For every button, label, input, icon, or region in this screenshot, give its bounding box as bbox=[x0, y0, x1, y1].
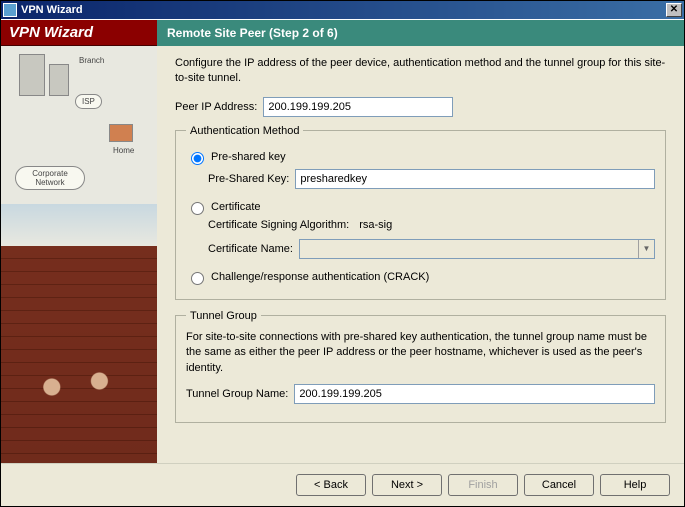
next-button[interactable]: Next > bbox=[372, 474, 442, 496]
window-title: VPN Wizard bbox=[21, 4, 83, 16]
people-photo bbox=[11, 339, 147, 459]
building-icon bbox=[49, 64, 69, 96]
tunnel-legend: Tunnel Group bbox=[186, 310, 261, 322]
radio-psk[interactable] bbox=[191, 152, 204, 165]
label-branch: Branch bbox=[79, 56, 104, 65]
cert-name-label: Certificate Name: bbox=[208, 243, 293, 255]
peer-ip-label: Peer IP Address: bbox=[175, 101, 257, 113]
titlebar: VPN Wizard ✕ bbox=[1, 1, 684, 19]
cert-algo-label: Certificate Signing Algorithm: bbox=[208, 219, 349, 231]
home-icon bbox=[109, 124, 133, 142]
cert-algo-value: rsa-sig bbox=[359, 219, 392, 231]
peer-ip-input[interactable] bbox=[263, 97, 453, 117]
sidebar-title: VPN Wizard bbox=[1, 20, 157, 46]
radio-cert-label: Certificate bbox=[211, 201, 261, 213]
psk-input[interactable] bbox=[295, 169, 655, 189]
finish-button: Finish bbox=[448, 474, 518, 496]
button-bar: < Back Next > Finish Cancel Help bbox=[1, 463, 684, 506]
chevron-down-icon: ▼ bbox=[638, 240, 654, 258]
tunnel-name-label: Tunnel Group Name: bbox=[186, 388, 288, 400]
label-home: Home bbox=[113, 146, 134, 155]
radio-crack[interactable] bbox=[191, 272, 204, 285]
auth-legend: Authentication Method bbox=[186, 125, 303, 137]
tunnel-name-input[interactable] bbox=[294, 384, 655, 404]
app-icon bbox=[3, 3, 17, 17]
cloud-corp: Corporate Network bbox=[15, 166, 85, 190]
auth-method-group: Authentication Method Pre-shared key Pre… bbox=[175, 125, 666, 300]
radio-crack-label: Challenge/response authentication (CRACK… bbox=[211, 271, 429, 283]
help-button[interactable]: Help bbox=[600, 474, 670, 496]
step-header: Remote Site Peer (Step 2 of 6) bbox=[157, 20, 684, 46]
psk-label: Pre-Shared Key: bbox=[208, 173, 289, 185]
tunnel-group: Tunnel Group For site-to-site connection… bbox=[175, 310, 666, 423]
radio-cert[interactable] bbox=[191, 202, 204, 215]
cert-name-select[interactable]: ▼ bbox=[299, 239, 655, 259]
building-icon bbox=[19, 54, 45, 96]
step-description: Configure the IP address of the peer dev… bbox=[175, 56, 666, 87]
cancel-button[interactable]: Cancel bbox=[524, 474, 594, 496]
wizard-sidebar: VPN Wizard Branch ISP Home Corporate Net… bbox=[1, 20, 157, 463]
cloud-isp: ISP bbox=[75, 94, 102, 109]
radio-psk-label: Pre-shared key bbox=[211, 151, 286, 163]
tunnel-desc: For site-to-site connections with pre-sh… bbox=[186, 330, 655, 376]
sidebar-illustration: Branch ISP Home Corporate Network bbox=[1, 46, 157, 463]
close-button[interactable]: ✕ bbox=[666, 3, 682, 17]
back-button[interactable]: < Back bbox=[296, 474, 366, 496]
